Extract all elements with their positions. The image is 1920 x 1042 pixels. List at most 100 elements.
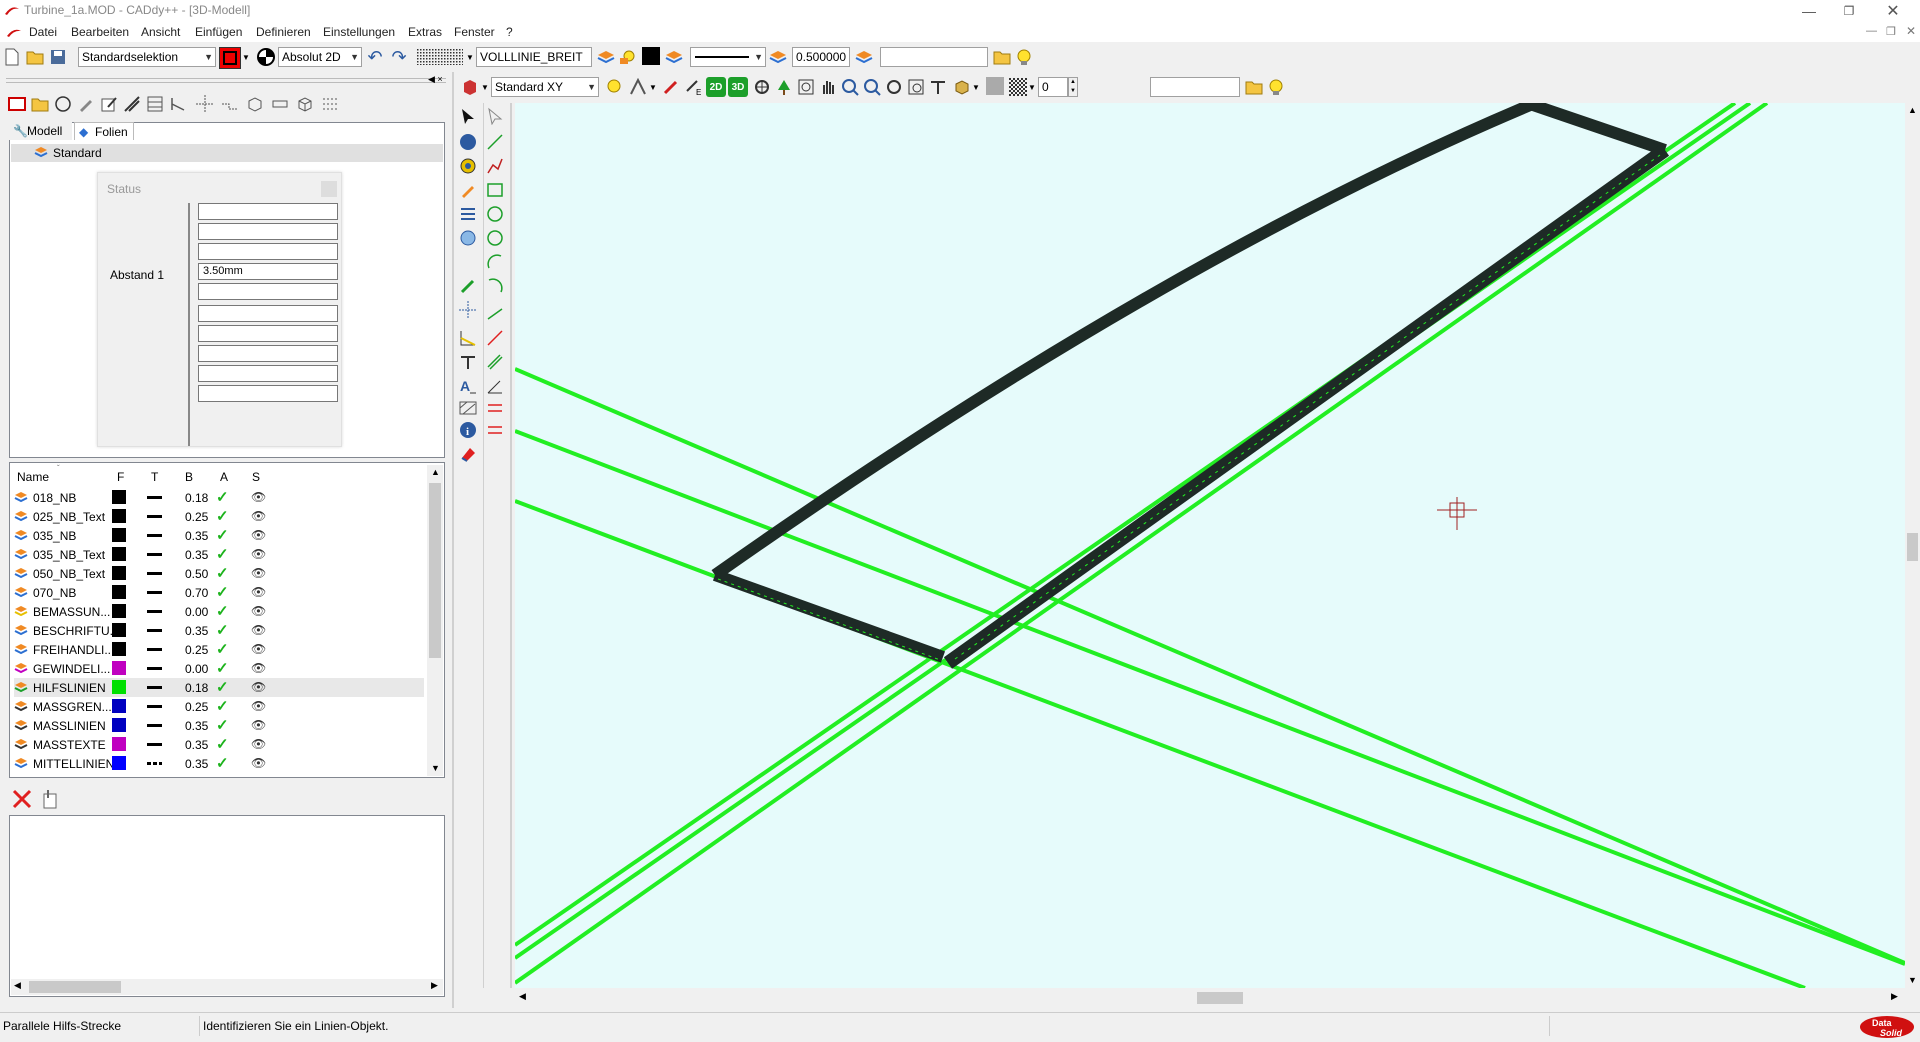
menu-fenster[interactable]: Fenster [454,25,495,39]
measure-tool-button[interactable] [457,351,479,373]
edit-pen-button[interactable] [457,275,479,297]
layer-linetype[interactable] [147,667,162,670]
offset-button[interactable] [484,397,506,419]
check-icon[interactable]: ✓ [216,621,229,639]
view-select[interactable]: Standard XY ▼ [491,77,599,97]
line-button[interactable] [484,131,506,153]
layer-row[interactable]: GEWINDELI... 0.00 ✓ 👁 [14,659,424,678]
coord-mode-select[interactable]: Absolut 2D ▼ [278,47,362,67]
selection-mode-select[interactable]: Standardselektion ▼ [78,47,216,67]
tool-button-3[interactable] [53,94,73,114]
color-button[interactable] [642,47,660,65]
layer-color-swatch[interactable] [112,604,126,618]
check-icon[interactable]: ✓ [216,678,229,696]
spin-value-field[interactable]: 0 [1038,77,1068,97]
arc-button[interactable] [484,251,506,273]
profile-long-edge[interactable] [943,144,1670,669]
pattern-button[interactable] [1008,77,1028,97]
chevron-up-icon[interactable]: ▲ [1908,105,1917,115]
chevron-left-icon[interactable]: ◀ [14,980,21,991]
layer-linewidth[interactable]: 0.25 [185,510,208,524]
layer-color-swatch[interactable] [112,623,126,637]
layer-linewidth[interactable]: 0.50 [185,567,208,581]
col-header-a[interactable]: A [220,470,228,484]
menu-extras[interactable]: Extras [408,25,442,39]
check-icon[interactable]: ✓ [216,507,229,525]
eye-icon[interactable]: 👁 [251,604,266,618]
col-header-t[interactable]: T [151,470,158,484]
lightbulb-layer-button[interactable] [617,47,637,67]
tool-button-2[interactable] [30,94,50,114]
undo-button[interactable]: ↶ [365,47,385,67]
orbit-button[interactable] [752,77,772,97]
selection-color-button[interactable] [219,47,241,69]
eye-icon[interactable]: 👁 [251,699,266,713]
parallel-line-button[interactable] [484,303,506,325]
tool-button-1[interactable] [7,94,27,114]
layer-color-swatch[interactable] [112,509,126,523]
scroll-thumb[interactable] [1197,992,1243,1004]
eye-icon[interactable]: 👁 [251,642,266,656]
chevron-up-icon[interactable]: ▲ [1070,79,1076,85]
layer-color-swatch[interactable] [112,585,126,599]
col-header-b[interactable]: B [185,470,193,484]
eye-icon[interactable]: 👁 [251,528,266,542]
layer-name-field[interactable] [880,47,988,67]
chevron-down-icon[interactable]: ▼ [242,53,250,62]
folder-view-button[interactable] [1244,77,1264,97]
layer-row[interactable]: MASSGREN... 0.25 ✓ 👁 [14,697,424,716]
layer-row[interactable]: MASSTEXTE 0.35 ✓ 👁 [14,735,424,754]
layer-linewidth[interactable]: 0.70 [185,586,208,600]
folder-layer-button[interactable] [992,47,1012,67]
menu-definieren[interactable]: Definieren [256,25,311,39]
tool-button-11[interactable] [245,94,265,114]
eye-icon[interactable]: 👁 [251,509,266,523]
layer-linetype[interactable] [147,724,162,727]
layer-linetype[interactable] [147,591,162,594]
layer-linewidth[interactable]: 0.35 [185,548,208,562]
menu-help[interactable]: ? [506,25,513,39]
edit-view-button[interactable] [661,77,681,97]
zoom-all-button[interactable] [906,77,926,97]
save-button[interactable] [48,47,68,67]
chevron-left-icon[interactable]: ◀ [519,991,526,1002]
view-value-field[interactable] [1150,77,1240,97]
tool-button-9[interactable] [195,94,215,114]
layer-row[interactable]: FREIHANDLI... 0.25 ✓ 👁 [14,640,424,659]
check-icon[interactable]: ✓ [216,526,229,544]
sphere-button[interactable] [457,131,479,153]
layer-linewidth[interactable]: 0.18 [185,491,208,505]
layer-color-swatch[interactable] [112,737,126,751]
status-field-1[interactable] [198,203,338,220]
box-button[interactable] [952,77,972,97]
layer-color-swatch[interactable] [112,680,126,694]
lightbulb-view-button[interactable] [1266,77,1286,97]
eye-icon[interactable]: 👁 [251,547,266,561]
tool-button-12[interactable] [270,94,290,114]
layer-linetype[interactable] [147,496,162,499]
chevron-down-icon[interactable]: ▼ [481,83,489,92]
chevron-down-icon[interactable]: ▼ [1028,83,1036,92]
tool-button-10[interactable] [220,94,240,114]
layer-linewidth[interactable]: 0.35 [185,738,208,752]
status-field-6[interactable] [198,305,338,322]
chevron-down-icon[interactable]: ▼ [649,83,657,92]
layer-color-swatch[interactable] [112,661,126,675]
layer-table-scrollbar[interactable]: ▲ ▼ [427,465,443,776]
rotate-button[interactable] [457,227,479,249]
layer-linewidth[interactable]: 0.35 [185,719,208,733]
helper-line[interactable] [515,499,1806,988]
tools-button[interactable] [457,203,479,225]
menu-datei[interactable]: Datei [29,25,57,39]
close-button[interactable]: ✕ [1870,0,1916,22]
dimension-button[interactable] [457,327,479,349]
layer-linetype[interactable] [147,686,162,689]
menu-bearbeiten[interactable]: Bearbeiten [71,25,129,39]
check-icon[interactable]: ✓ [216,488,229,506]
select-arrow-button[interactable] [457,105,479,127]
coord-icon-button[interactable] [256,47,276,67]
helper-line-button[interactable] [484,327,506,349]
zoom-in-button[interactable] [840,77,860,97]
layer-linewidth[interactable]: 0.35 [185,757,208,771]
layer-linetype[interactable] [147,743,162,746]
